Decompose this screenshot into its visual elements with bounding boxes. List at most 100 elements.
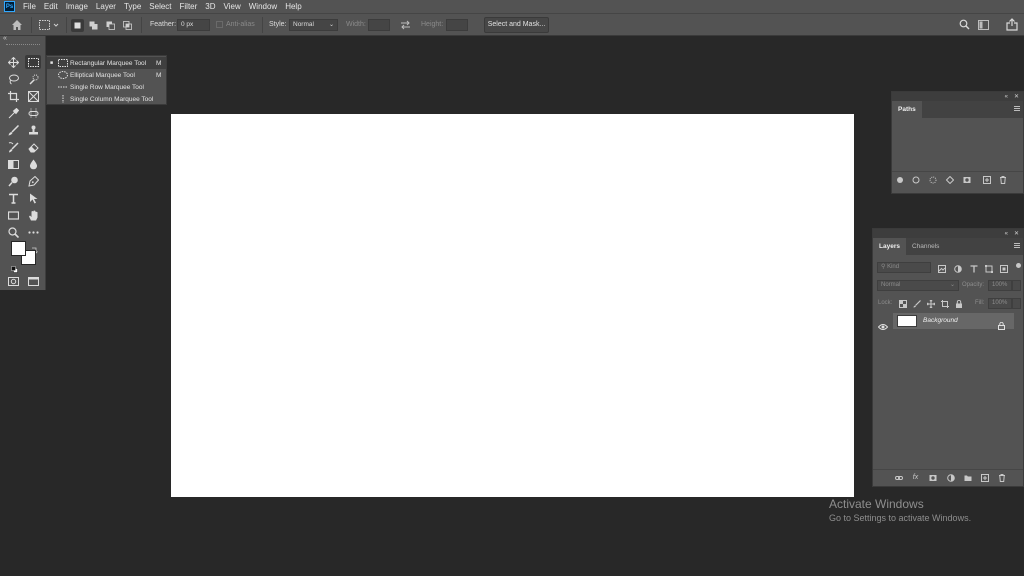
add-to-selection-icon[interactable]: [89, 21, 98, 30]
stroke-path-icon[interactable]: [911, 175, 920, 184]
lock-position-icon[interactable]: [926, 299, 935, 308]
collapse-panel-icon[interactable]: «: [1005, 231, 1008, 237]
hand-tool-icon[interactable]: [25, 208, 41, 222]
menu-layer[interactable]: Layer: [93, 0, 121, 13]
subtract-from-selection-icon[interactable]: [106, 21, 115, 30]
tab-channels[interactable]: Channels: [906, 238, 945, 255]
menu-image[interactable]: Image: [63, 0, 93, 13]
rectangular-marquee-tool-option[interactable]: ■ Rectangular Marquee Tool M: [47, 57, 166, 69]
workspace-icon[interactable]: [978, 20, 989, 30]
single-column-marquee-tool-option[interactable]: Single Column Marquee Tool: [47, 93, 166, 105]
search-icon[interactable]: [959, 19, 970, 30]
menu-type[interactable]: Type: [121, 0, 146, 13]
pen-tool-icon[interactable]: [25, 174, 41, 188]
tab-paths[interactable]: Paths: [892, 101, 922, 118]
fill-path-icon[interactable]: [895, 175, 904, 184]
filter-type-layers-icon[interactable]: [969, 264, 978, 273]
menu-view[interactable]: View: [221, 0, 246, 13]
fill-input[interactable]: 100%: [988, 298, 1012, 309]
menu-file[interactable]: File: [20, 0, 41, 13]
filter-pixel-layers-icon[interactable]: [937, 264, 946, 273]
quick-selection-tool-icon[interactable]: [25, 72, 41, 86]
style-select[interactable]: Normal ⌄: [289, 19, 338, 31]
lasso-tool-icon[interactable]: [5, 72, 21, 86]
opacity-dropdown[interactable]: [1012, 280, 1021, 291]
new-layer-icon[interactable]: [980, 473, 989, 482]
healing-brush-tool-icon[interactable]: [25, 106, 41, 120]
foreground-color-swatch[interactable]: [11, 241, 26, 256]
panel-menu-icon[interactable]: [1014, 106, 1020, 111]
filter-adjustment-layers-icon[interactable]: [953, 264, 962, 273]
link-layers-icon[interactable]: [894, 473, 903, 482]
filter-smart-objects-icon[interactable]: [999, 264, 1008, 273]
menu-select[interactable]: Select: [146, 0, 176, 13]
load-path-as-selection-icon[interactable]: [928, 175, 937, 184]
gradient-tool-icon[interactable]: [5, 157, 21, 171]
layer-filter-kind-select[interactable]: ⚲ Kind: [877, 262, 931, 273]
feather-input[interactable]: 0 px: [177, 19, 210, 31]
fill-dropdown[interactable]: [1012, 298, 1021, 309]
panel-menu-icon[interactable]: [1014, 243, 1020, 248]
new-selection-icon[interactable]: [71, 19, 84, 32]
screen-mode-icon[interactable]: [25, 274, 41, 288]
filter-toggle-icon[interactable]: [1016, 263, 1021, 268]
rectangular-marquee-tool-icon[interactable]: [25, 55, 41, 69]
edit-toolbar-icon[interactable]: [25, 225, 41, 239]
menu-filter[interactable]: Filter: [177, 0, 203, 13]
menu-edit[interactable]: Edit: [41, 0, 63, 13]
home-icon[interactable]: [11, 19, 23, 31]
intersect-selection-icon[interactable]: [123, 21, 132, 30]
share-icon[interactable]: [1006, 18, 1018, 31]
layer-row-background[interactable]: Background: [893, 313, 1014, 330]
collapse-panel-icon[interactable]: «: [1005, 94, 1008, 100]
antialias-checkbox[interactable]: [216, 21, 223, 28]
select-and-mask-button[interactable]: Select and Mask...: [484, 17, 549, 33]
default-colors-icon[interactable]: [11, 260, 18, 273]
blur-tool-icon[interactable]: [25, 157, 41, 171]
filter-shape-layers-icon[interactable]: [984, 264, 993, 273]
document-canvas[interactable]: [171, 114, 854, 497]
close-panel-icon[interactable]: ✕: [1014, 93, 1019, 100]
move-tool-icon[interactable]: [5, 55, 21, 69]
new-group-folder-icon[interactable]: [963, 473, 972, 482]
delete-path-icon[interactable]: [998, 175, 1007, 184]
width-input[interactable]: [368, 19, 390, 31]
layer-style-fx-icon[interactable]: fx: [911, 473, 920, 482]
toolbar-grip[interactable]: [6, 44, 40, 46]
blend-mode-select[interactable]: Normal ⌄: [877, 280, 959, 291]
add-mask-icon[interactable]: [962, 175, 971, 184]
menu-help[interactable]: Help: [282, 0, 306, 13]
make-work-path-icon[interactable]: [945, 175, 954, 184]
layer-visibility-eye-icon[interactable]: [877, 318, 889, 330]
menu-window[interactable]: Window: [246, 0, 282, 13]
add-layer-mask-icon[interactable]: [928, 473, 937, 482]
rectangle-tool-icon[interactable]: [5, 208, 21, 222]
new-adjustment-layer-icon[interactable]: [946, 473, 955, 482]
opacity-input[interactable]: 100%: [988, 280, 1012, 291]
elliptical-marquee-tool-option[interactable]: Elliptical Marquee Tool M: [47, 69, 166, 81]
lock-image-pixels-icon[interactable]: [912, 299, 921, 308]
crop-tool-icon[interactable]: [5, 89, 21, 103]
height-input[interactable]: [446, 19, 468, 31]
lock-transparent-pixels-icon[interactable]: [898, 299, 907, 308]
lock-artboards-icon[interactable]: [940, 299, 949, 308]
swap-colors-icon[interactable]: [31, 241, 38, 254]
new-path-icon[interactable]: [982, 175, 991, 184]
lock-all-icon[interactable]: [954, 299, 963, 308]
dodge-tool-icon[interactable]: [5, 174, 21, 188]
quick-mask-icon[interactable]: [5, 274, 21, 288]
frame-tool-icon[interactable]: [25, 89, 41, 103]
clone-stamp-tool-icon[interactable]: [25, 123, 41, 137]
eyedropper-tool-icon[interactable]: [5, 106, 21, 120]
delete-layer-icon[interactable]: [997, 473, 1006, 482]
eraser-tool-icon[interactable]: [25, 140, 41, 154]
single-row-marquee-tool-option[interactable]: Single Row Marquee Tool: [47, 81, 166, 93]
type-tool-icon[interactable]: [5, 191, 21, 205]
collapse-toolbar-icon[interactable]: «: [3, 35, 7, 42]
swap-dimensions-icon[interactable]: [400, 20, 411, 30]
path-selection-tool-icon[interactable]: [25, 191, 41, 205]
brush-tool-icon[interactable]: [5, 123, 21, 137]
close-panel-icon[interactable]: ✕: [1014, 230, 1019, 237]
tab-layers[interactable]: Layers: [873, 238, 906, 255]
marquee-preset-icon[interactable]: [38, 19, 60, 31]
